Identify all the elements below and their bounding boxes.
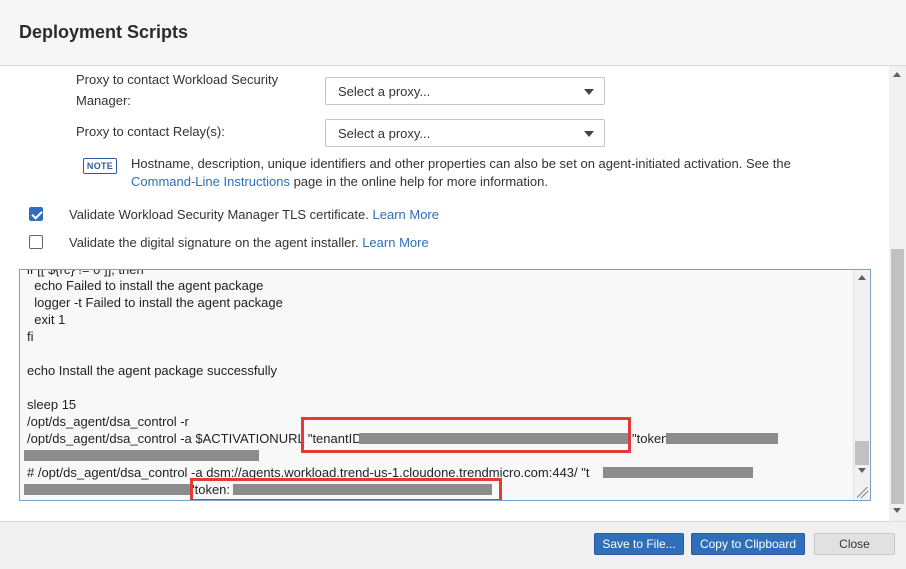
proxy-relay-value: Select a proxy...: [338, 126, 431, 141]
chevron-down-icon: [584, 131, 594, 137]
script-line: /opt/ds_agent/dsa_control -r: [27, 414, 189, 429]
dialog-scrollbar-thumb[interactable]: [891, 249, 904, 504]
proxy-manager-select[interactable]: Select a proxy...: [325, 77, 605, 105]
resize-grip-icon[interactable]: [857, 487, 868, 498]
script-line: logger -t Failed to install the agent pa…: [27, 295, 283, 310]
note-text: Hostname, description, unique identifier…: [131, 155, 811, 191]
script-scrollbar-thumb[interactable]: [855, 441, 869, 465]
validate-signature-label: Validate the digital signature on the ag…: [69, 235, 359, 250]
dialog-body: Proxy to contact Workload Security Manag…: [0, 66, 906, 521]
save-to-file-button[interactable]: Save to File...: [594, 533, 684, 555]
redacted-comment-tenant: [603, 467, 753, 478]
dialog-header: Deployment Scripts: [0, 0, 906, 66]
validate-tls-row: Validate Workload Security Manager TLS c…: [69, 204, 439, 225]
script-textarea[interactable]: if [[ ${rc} != 0 ]]; then echo Failed to…: [19, 269, 871, 501]
script-line: "token: [632, 431, 669, 446]
note-text-after: page in the online help for more informa…: [289, 174, 548, 189]
close-button[interactable]: Close: [814, 533, 895, 555]
script-scrollbar[interactable]: [853, 270, 870, 500]
proxy-relay-select[interactable]: Select a proxy...: [325, 119, 605, 147]
redacted-comment-continued: [24, 484, 190, 495]
dialog-title: Deployment Scripts: [19, 22, 189, 42]
script-line: echo Failed to install the agent package: [27, 278, 264, 293]
validate-tls-checkbox[interactable]: [29, 207, 43, 221]
script-line: sleep 15: [27, 397, 77, 412]
highlight-box-tenant-id: [301, 417, 631, 453]
chevron-down-icon: [584, 89, 594, 95]
redacted-token: [666, 433, 778, 444]
note-badge: NOTE: [83, 158, 117, 174]
scroll-down-icon[interactable]: [858, 468, 866, 473]
proxy-manager-value: Select a proxy...: [338, 84, 431, 99]
validate-signature-checkbox[interactable]: [29, 235, 43, 249]
validate-tls-learn-more-link[interactable]: Learn More: [373, 207, 439, 222]
script-line: fi: [27, 329, 34, 344]
dialog-scrollbar[interactable]: [889, 66, 906, 521]
scroll-up-icon[interactable]: [893, 72, 901, 77]
scroll-up-icon[interactable]: [858, 275, 866, 280]
script-line: echo Install the agent package successfu…: [27, 363, 278, 378]
proxy-manager-label: Proxy to contact Workload Security Manag…: [76, 72, 279, 108]
highlight-box-token: [190, 478, 502, 500]
script-line: exit 1: [27, 312, 66, 327]
validate-tls-label: Validate Workload Security Manager TLS c…: [69, 207, 369, 222]
note-text-before: Hostname, description, unique identifier…: [131, 156, 791, 171]
command-line-instructions-link[interactable]: Command-Line Instructions: [131, 174, 290, 189]
scroll-down-icon[interactable]: [893, 508, 901, 513]
dialog-footer: Save to File... Copy to Clipboard Close: [0, 521, 906, 569]
validate-signature-row: Validate the digital signature on the ag…: [69, 232, 429, 253]
copy-to-clipboard-button[interactable]: Copy to Clipboard: [691, 533, 805, 555]
validate-signature-learn-more-link[interactable]: Learn More: [362, 235, 428, 250]
redacted-token-continued: [24, 450, 259, 461]
proxy-relay-label: Proxy to contact Relay(s):: [76, 124, 225, 139]
